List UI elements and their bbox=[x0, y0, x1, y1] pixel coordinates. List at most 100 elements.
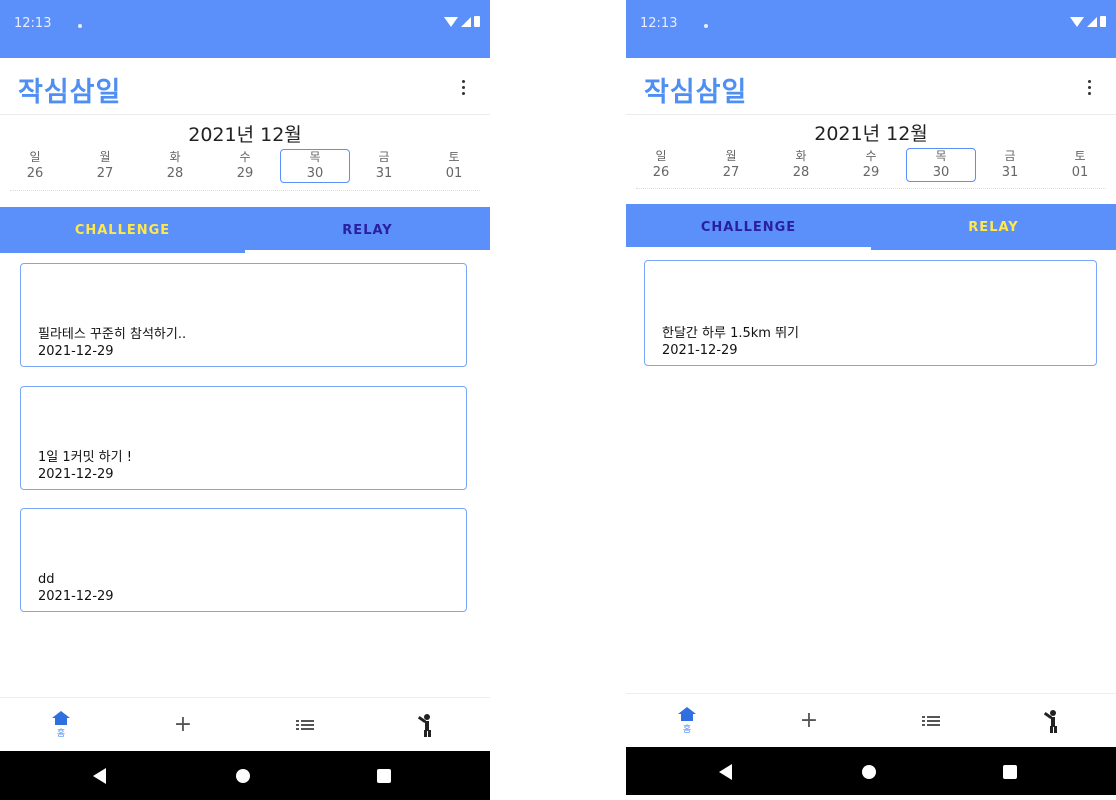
day-name: 월 bbox=[725, 149, 737, 163]
battery-icon bbox=[474, 16, 480, 27]
app-bar: 작심삼일 bbox=[626, 62, 1116, 115]
nav-profile[interactable] bbox=[366, 698, 488, 752]
home-circle-icon[interactable] bbox=[862, 765, 876, 779]
tab-bar: CHALLENGE RELAY bbox=[626, 204, 1116, 250]
day-name: 목 bbox=[309, 150, 321, 164]
battery-icon bbox=[1100, 16, 1106, 27]
day-tue[interactable]: 화 28 bbox=[767, 149, 835, 181]
person-icon bbox=[1043, 710, 1063, 733]
day-name: 토 bbox=[1074, 149, 1086, 163]
day-fri[interactable]: 금 31 bbox=[350, 150, 418, 182]
day-wed[interactable]: 수 29 bbox=[211, 150, 279, 182]
divider bbox=[636, 188, 1106, 190]
tab-challenge[interactable]: CHALLENGE bbox=[0, 207, 245, 253]
card-title: dd bbox=[38, 572, 55, 587]
nav-profile[interactable] bbox=[992, 694, 1114, 748]
divider bbox=[10, 190, 480, 192]
day-fri[interactable]: 금 31 bbox=[976, 149, 1044, 181]
nav-add[interactable]: + bbox=[748, 694, 870, 748]
nav-add[interactable]: + bbox=[122, 698, 244, 752]
list-icon bbox=[296, 719, 314, 731]
signal-icon bbox=[1087, 16, 1097, 27]
day-date: 29 bbox=[236, 166, 254, 181]
recents-icon[interactable] bbox=[1003, 765, 1017, 779]
day-date: 27 bbox=[96, 166, 114, 181]
nav-list[interactable] bbox=[244, 698, 366, 752]
phone-screen-challenge: 12:13 작심삼일 2021년 12월 일 26 월 27 화 28 수 29 목 30… bbox=[0, 0, 490, 800]
nav-home-label: 홈 bbox=[56, 729, 66, 739]
challenge-card[interactable]: 1일 1커밋 하기 ! 2021-12-29 bbox=[20, 386, 467, 490]
plus-icon: + bbox=[173, 712, 193, 737]
app-bar: 작심삼일 bbox=[0, 62, 490, 115]
signal-icon bbox=[461, 16, 471, 27]
day-date: 26 bbox=[26, 166, 44, 181]
day-date: 27 bbox=[722, 165, 740, 180]
day-name: 일 bbox=[655, 149, 667, 163]
day-sun[interactable]: 일 26 bbox=[1, 150, 69, 182]
day-date: 30 bbox=[932, 165, 950, 180]
week-calendar: 일 26 월 27 화 28 수 29 목 30 금 31 토 01 bbox=[0, 149, 490, 190]
day-sat[interactable]: 토 01 bbox=[1046, 149, 1114, 181]
overflow-menu-icon[interactable] bbox=[462, 80, 466, 95]
card-date: 2021-12-29 bbox=[662, 343, 738, 358]
challenge-card[interactable]: dd 2021-12-29 bbox=[20, 508, 467, 612]
day-date: 31 bbox=[1001, 165, 1019, 180]
day-date: 31 bbox=[375, 166, 393, 181]
day-tue[interactable]: 화 28 bbox=[141, 150, 209, 182]
back-icon[interactable] bbox=[719, 764, 732, 780]
month-title: 2021년 12월 bbox=[814, 123, 928, 145]
tab-relay[interactable]: RELAY bbox=[871, 204, 1116, 250]
card-title: 한달간 하루 1.5km 뛰기 bbox=[662, 326, 799, 341]
relay-card[interactable]: 한달간 하루 1.5km 뛰기 2021-12-29 bbox=[644, 260, 1097, 366]
plus-icon: + bbox=[799, 708, 819, 733]
day-thu-selected[interactable]: 목 30 bbox=[906, 148, 976, 182]
week-calendar: 일 26 월 27 화 28 수 29 목 30 금 31 토 01 bbox=[626, 148, 1116, 189]
overflow-menu-icon[interactable] bbox=[1088, 80, 1092, 95]
status-time: 12:13 bbox=[14, 16, 52, 31]
day-name: 수 bbox=[239, 150, 251, 164]
status-bar: 12:13 bbox=[0, 0, 490, 58]
card-title: 필라테스 꾸준히 참석하기.. bbox=[38, 327, 187, 342]
tab-indicator bbox=[626, 247, 871, 250]
day-name: 목 bbox=[935, 149, 947, 163]
day-name: 금 bbox=[378, 150, 390, 164]
day-date: 01 bbox=[1071, 165, 1089, 180]
day-thu-selected[interactable]: 목 30 bbox=[280, 149, 350, 183]
bottom-navigation: 홈 + bbox=[0, 697, 490, 752]
day-date: 29 bbox=[862, 165, 880, 180]
nav-home[interactable]: 홈 bbox=[626, 694, 748, 748]
status-bar: 12:13 bbox=[626, 0, 1116, 58]
day-date: 01 bbox=[445, 166, 463, 181]
day-name: 월 bbox=[99, 150, 111, 164]
challenge-card[interactable]: 필라테스 꾸준히 참석하기.. 2021-12-29 bbox=[20, 263, 467, 367]
wifi-icon bbox=[1070, 16, 1084, 27]
nav-list[interactable] bbox=[870, 694, 992, 748]
nav-home[interactable]: 홈 bbox=[0, 698, 122, 752]
tab-relay[interactable]: RELAY bbox=[245, 207, 490, 253]
day-date: 26 bbox=[652, 165, 670, 180]
notification-dot bbox=[704, 24, 708, 28]
day-mon[interactable]: 월 27 bbox=[71, 150, 139, 182]
home-icon bbox=[678, 707, 696, 721]
day-wed[interactable]: 수 29 bbox=[837, 149, 905, 181]
tab-challenge[interactable]: CHALLENGE bbox=[626, 204, 871, 250]
card-title: 1일 1커밋 하기 ! bbox=[38, 450, 132, 465]
home-circle-icon[interactable] bbox=[236, 769, 250, 783]
app-title: 작심삼일 bbox=[644, 77, 748, 108]
day-mon[interactable]: 월 27 bbox=[697, 149, 765, 181]
day-sat[interactable]: 토 01 bbox=[420, 150, 488, 182]
list-icon bbox=[922, 715, 940, 727]
bottom-navigation: 홈 + bbox=[626, 693, 1116, 748]
card-date: 2021-12-29 bbox=[38, 589, 114, 604]
recents-icon[interactable] bbox=[377, 769, 391, 783]
day-date: 28 bbox=[166, 166, 184, 181]
status-time: 12:13 bbox=[640, 16, 678, 31]
system-navigation-bar bbox=[0, 751, 490, 800]
day-date: 28 bbox=[792, 165, 810, 180]
notification-dot bbox=[78, 24, 82, 28]
tab-indicator bbox=[245, 250, 490, 253]
day-name: 일 bbox=[29, 150, 41, 164]
back-icon[interactable] bbox=[93, 768, 106, 784]
day-name: 화 bbox=[169, 150, 181, 164]
day-sun[interactable]: 일 26 bbox=[627, 149, 695, 181]
